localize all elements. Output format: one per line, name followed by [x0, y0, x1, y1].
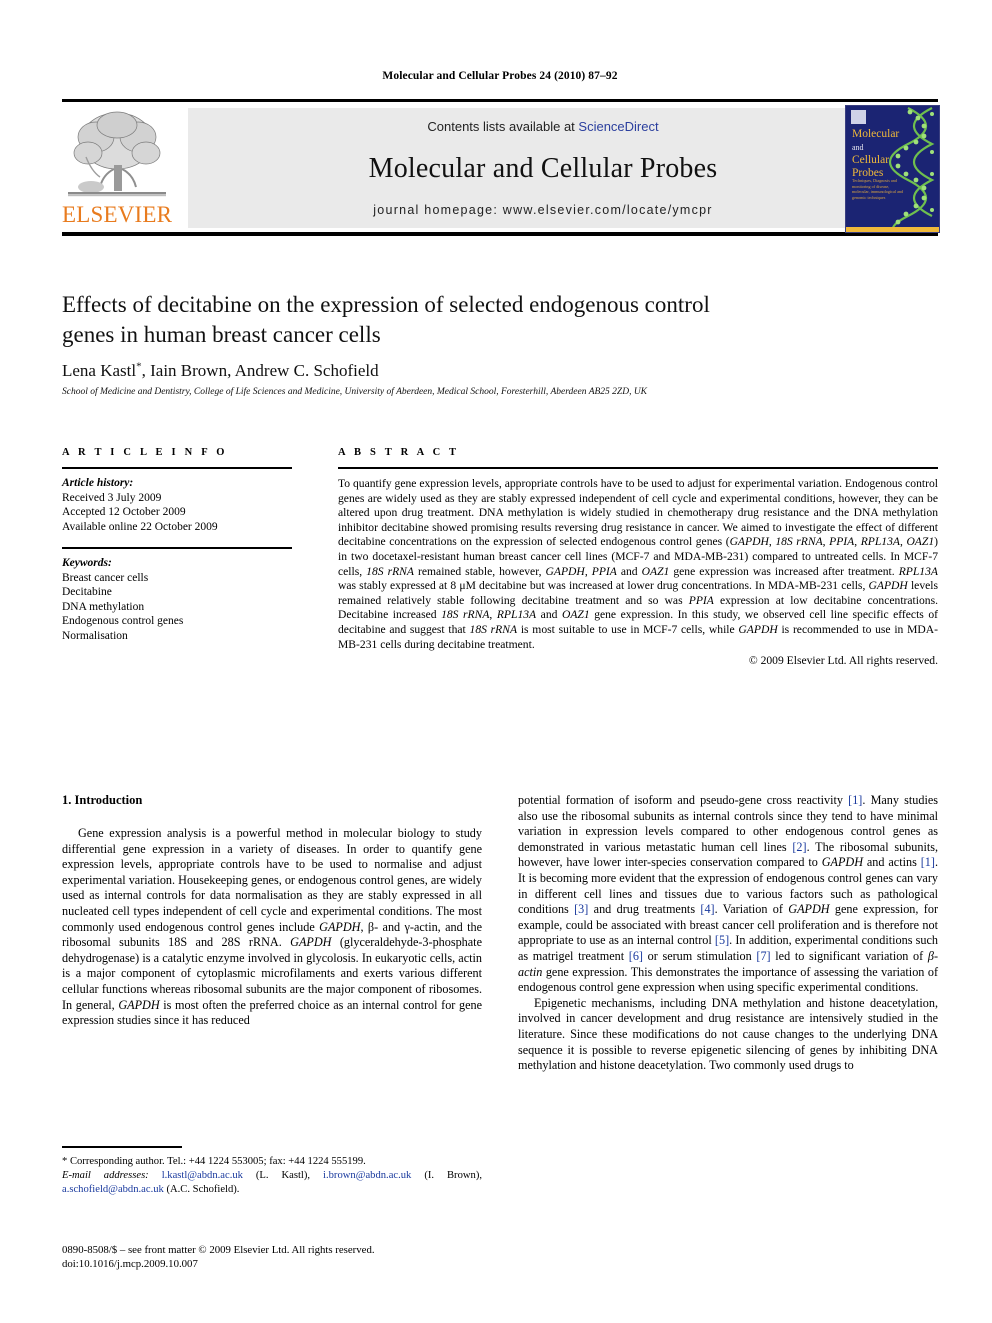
keyword-item: DNA methylation	[62, 600, 145, 613]
cover-title-line1: Molecular	[852, 128, 900, 140]
masthead-top-rule	[62, 99, 938, 102]
history-accepted: Accepted 12 October 2009	[62, 506, 186, 518]
running-head: Molecular and Cellular Probes 24 (2010) …	[382, 70, 618, 82]
author-list: Lena Kastl*, Iain Brown, Andrew C. Schof…	[62, 360, 762, 381]
email-link-schofield[interactable]: a.schofield@abdn.ac.uk	[62, 1184, 164, 1195]
body-column-right: potential formation of isoform and pseud…	[518, 793, 938, 1074]
section-heading-introduction: 1. Introduction	[62, 793, 143, 807]
paragraph: Epigenetic mechanisms, including DNA met…	[518, 995, 938, 1073]
issn-line: 0890-8508/$ – see front matter © 2009 El…	[62, 1244, 375, 1256]
abstract-text: To quantify gene expression levels, appr…	[338, 477, 939, 651]
sciencedirect-link[interactable]: ScienceDirect	[578, 119, 658, 134]
article-history: Article history: Received 3 July 2009 Ac…	[62, 476, 292, 534]
keyword-item: Breast cancer cells	[62, 571, 149, 584]
masthead-bottom-rule	[62, 232, 938, 236]
keyword-item: Normalisation	[62, 629, 128, 642]
cover-blurb: Techniques, Diagnosis and monitoring of …	[852, 178, 904, 200]
keywords-rule	[62, 547, 292, 549]
history-received: Received 3 July 2009	[62, 491, 162, 504]
contents-available-line: Contents lists available at ScienceDirec…	[188, 119, 898, 134]
keyword-item: Decitabine	[62, 586, 112, 598]
journal-masthead: ELSEVIER Contents lists available at Sci…	[62, 99, 940, 239]
body-column-left: 1. Introduction Gene expression analysis…	[62, 793, 482, 1029]
cover-title-line2: and	[852, 143, 864, 152]
elsevier-wordmark: ELSEVIER	[62, 202, 173, 227]
corresponding-author-text: * Corresponding author. Tel.: +44 1224 5…	[62, 1155, 366, 1167]
abstract-copyright: © 2009 Elsevier Ltd. All rights reserved…	[748, 654, 938, 668]
journal-homepage-link[interactable]: journal homepage: www.elsevier.com/locat…	[188, 203, 898, 217]
doi-line[interactable]: doi:10.1016/j.mcp.2009.10.007	[62, 1257, 502, 1271]
cover-title: Molecular and Cellular Probes	[852, 128, 908, 180]
email-link-kastl[interactable]: l.kastl@abdn.ac.uk	[162, 1170, 243, 1181]
article-history-label: Article history:	[62, 477, 134, 489]
abstract-rule	[338, 467, 938, 469]
history-available: Available online 22 October 2009	[62, 520, 218, 533]
cover-title-line3: Cellular	[852, 154, 890, 166]
article-info-rule	[62, 467, 292, 469]
journal-cover-thumbnail: Molecular and Cellular Probes Techniques…	[845, 105, 940, 233]
paragraph: Gene expression analysis is a powerful m…	[62, 826, 482, 1028]
footnote-rule	[62, 1146, 182, 1148]
email-link-brown[interactable]: i.brown@abdn.ac.uk	[323, 1170, 411, 1181]
keyword-item: Endogenous control genes	[62, 615, 184, 627]
keywords-block: Keywords: Breast cancer cells Decitabine…	[62, 556, 292, 643]
page-title: Effects of decitabine on the expression …	[62, 292, 710, 347]
cover-elsevier-mark	[851, 110, 866, 124]
elsevier-tree-icon	[66, 107, 168, 201]
imprint-block: 0890-8508/$ – see front matter © 2009 El…	[62, 1243, 502, 1271]
journal-title: Molecular and Cellular Probes	[368, 153, 718, 184]
email-name-kastl: (L. Kastl),	[255, 1169, 311, 1181]
contents-prefix: Contents lists available at	[427, 119, 579, 134]
article-info-heading: A R T I C L E I N F O	[62, 447, 228, 458]
keywords-label: Keywords:	[62, 557, 112, 569]
paragraph: potential formation of isoform and pseud…	[518, 793, 939, 995]
masthead-panel: Contents lists available at ScienceDirec…	[188, 108, 898, 228]
paper-page: Molecular and Cellular Probes 24 (2010) …	[0, 0, 992, 1323]
elsevier-logo: ELSEVIER	[62, 107, 172, 229]
affiliation: School of Medicine and Dentistry, Colleg…	[62, 387, 648, 397]
footnote-block: * Corresponding author. Tel.: +44 1224 5…	[62, 1146, 482, 1197]
author-names: Lena Kastl*, Iain Brown, Andrew C. Schof…	[62, 360, 379, 380]
abstract-block: A B S T R A C T To quantify gene express…	[338, 447, 938, 667]
corresponding-author-note: * Corresponding author. Tel.: +44 1224 5…	[62, 1155, 482, 1197]
email-name-schofield: (A.C. Schofield).	[166, 1183, 240, 1195]
cover-bottom-bar	[846, 227, 939, 232]
abstract-heading: A B S T R A C T	[338, 447, 460, 458]
article-info-block: A R T I C L E I N F O Article history: R…	[62, 447, 292, 643]
email-addresses-label: E-mail addresses:	[62, 1169, 149, 1181]
email-name-brown: (I. Brown),	[424, 1169, 482, 1181]
